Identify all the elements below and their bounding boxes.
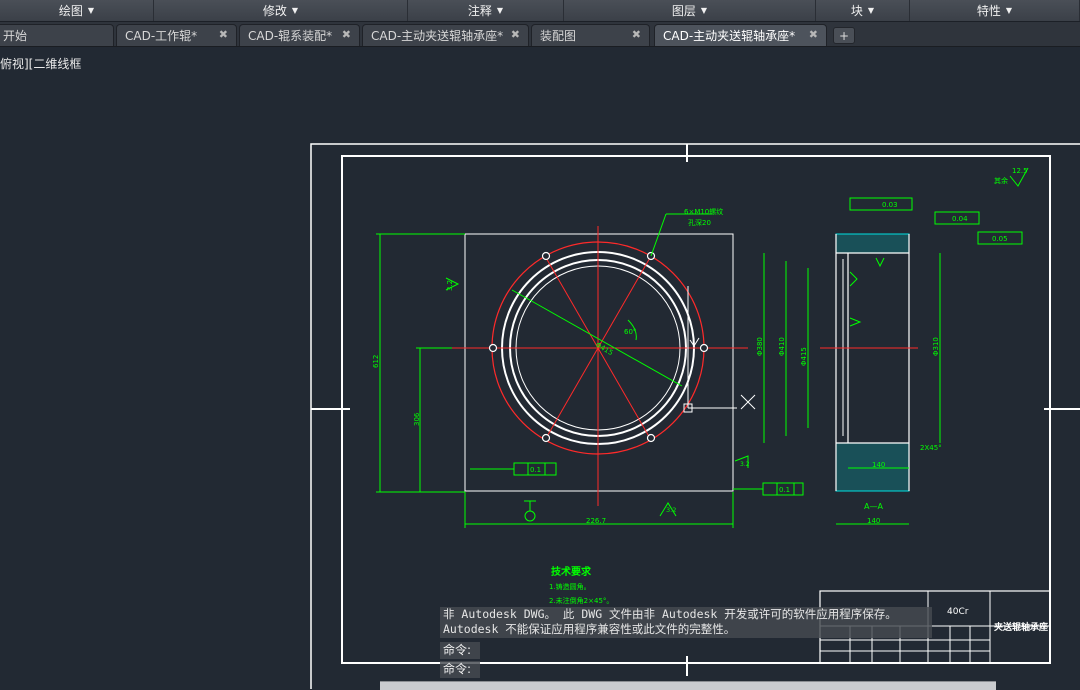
tab-label: CAD-主动夹送辊轴承座* <box>663 29 796 43</box>
roughness-mark <box>849 317 862 327</box>
section-view: Φ380 Φ410 Φ415 Φ310 140 140 A—A 2X45° 0.… <box>756 167 1029 525</box>
ribbon-panel-annotate[interactable]: 注释 ▼ <box>408 0 564 21</box>
command-message-line: 非 Autodesk DWG。 此 DWG 文件由非 Autodesk 开发或许… <box>443 607 897 621</box>
tolerance-value: 0.1 <box>530 466 541 474</box>
tolerance-frame-1 <box>849 197 913 211</box>
bolt-hole <box>699 343 709 353</box>
ribbon-panel-bar: 绘图 ▼ 修改 ▼ 注释 ▼ 图层 ▼ 块 ▼ 特性 ▼ <box>0 0 1080 22</box>
datum-symbol <box>524 510 536 522</box>
roughness-mark <box>875 257 885 268</box>
hole-note-1: 6×M10螺纹 <box>684 207 723 216</box>
tab-file-assembly-drawing[interactable]: 装配图 ✖ <box>531 24 650 46</box>
close-icon[interactable]: ✖ <box>632 28 641 41</box>
tolerance-value: 0.03 <box>882 201 898 209</box>
bolt-hole <box>488 343 498 353</box>
half-height-dim: 306 <box>413 412 421 426</box>
caret-down-icon: ▼ <box>87 6 95 15</box>
tech-note-2: 2.未注倒角2×45°。 <box>549 596 613 605</box>
tab-file-roll-assembly[interactable]: CAD-辊系装配* ✖ <box>239 24 360 46</box>
caret-down-icon: ▼ <box>496 6 504 15</box>
caret-down-icon: ▼ <box>700 6 708 15</box>
front-view: Φ415 60° 6×M10螺纹 孔深20 612 306 226.7 3.2 … <box>372 207 804 528</box>
bore2-dim: Φ410 <box>778 337 786 356</box>
section-total-dim: 140 <box>867 517 880 525</box>
hole-note-leader <box>650 213 667 257</box>
bore3-dim: Φ415 <box>800 347 808 366</box>
bolt-hole <box>541 251 551 261</box>
plus-icon: + <box>838 28 850 43</box>
tab-file-bearing-seat-active[interactable]: CAD-主动夹送辊轴承座* ✖ <box>654 24 827 46</box>
chamfer-dim: 2X45° <box>920 444 942 452</box>
command-message-line: Autodesk 不能保证应用程序兼容性或此文件的完整性。 <box>443 622 736 636</box>
tab-label: 开始 <box>3 29 28 43</box>
tech-note-1: 1.铸造圆角。 <box>549 582 591 591</box>
roughness-right-value: 3.2 <box>740 461 750 468</box>
roughness-note: 其余 <box>994 176 1008 185</box>
diameter-leader <box>511 289 683 387</box>
tab-label: CAD-工作辊* <box>125 29 198 43</box>
diameter-dim: Φ415 <box>594 341 614 357</box>
panel-label: 绘图 <box>58 4 83 18</box>
ribbon-panel-block[interactable]: 块 ▼ <box>816 0 910 21</box>
tab-file-work-roll[interactable]: CAD-工作辊* ✖ <box>116 24 237 46</box>
tolerance-value: 0.05 <box>992 235 1008 243</box>
tab-file-bearing-seat[interactable]: CAD-主动夹送辊轴承座* ✖ <box>362 24 529 46</box>
close-icon[interactable]: ✖ <box>511 28 520 41</box>
tech-requirements-title: 技术要求 <box>551 565 592 578</box>
section-width-dim: 140 <box>872 461 885 469</box>
part-name-cell: 夹送辊轴承座 <box>994 621 1048 633</box>
new-tab-button[interactable]: + <box>833 27 855 44</box>
panel-label: 注释 <box>467 4 492 18</box>
tab-label: 装配图 <box>540 29 577 43</box>
ribbon-panel-draw[interactable]: 绘图 ▼ <box>0 0 154 21</box>
ribbon-panel-layers[interactable]: 图层 ▼ <box>564 0 816 21</box>
sheet-inner-border <box>341 155 1051 664</box>
command-history: 非 Autodesk DWG。 此 DWG 文件由非 Autodesk 开发或许… <box>440 607 932 638</box>
ribbon-panel-properties[interactable]: 特性 ▼ <box>910 0 1080 21</box>
ribbon-panel-modify[interactable]: 修改 ▼ <box>154 0 408 21</box>
bolt-hole <box>541 433 551 443</box>
angle-dim: 60° <box>624 328 636 336</box>
tolerance-value: 0.1 <box>779 486 790 494</box>
tab-label: CAD-主动夹送辊轴承座* <box>371 29 504 43</box>
close-icon[interactable]: ✖ <box>219 28 228 41</box>
bolt-hole <box>646 433 656 443</box>
width-dim: 226.7 <box>586 517 606 525</box>
caret-down-icon: ▼ <box>867 6 875 15</box>
file-tab-bar: 开始 CAD-工作辊* ✖ CAD-辊系装配* ✖ CAD-主动夹送辊轴承座* … <box>0 22 1080 47</box>
tab-start[interactable]: 开始 <box>0 24 114 46</box>
roughness-mark <box>849 271 858 287</box>
section-label: A—A <box>864 502 883 511</box>
bore-dim: Φ380 <box>756 337 764 356</box>
hatch-top <box>835 233 910 254</box>
close-icon[interactable]: ✖ <box>342 28 351 41</box>
panel-label: 图层 <box>671 4 696 18</box>
caret-down-icon: ▼ <box>291 6 299 15</box>
panel-label: 特性 <box>976 4 1001 18</box>
panel-label: 块 <box>850 4 863 18</box>
caret-down-icon: ▼ <box>1005 6 1013 15</box>
tolerance-value: 0.04 <box>952 215 968 223</box>
close-icon[interactable]: ✖ <box>809 28 818 41</box>
command-prompt: 命令: <box>440 661 480 678</box>
roughness-bottom-value: 3.2 <box>666 506 676 514</box>
material-cell: 40Cr <box>947 607 969 617</box>
bore4-dim: Φ310 <box>932 337 940 356</box>
drawing-canvas[interactable]: Φ415 60° 6×M10螺纹 孔深20 612 306 226.7 3.2 … <box>0 46 1080 689</box>
panel-label: 修改 <box>262 4 287 18</box>
command-prompt: 命令: <box>440 642 480 659</box>
hole-note-2: 孔深20 <box>688 218 711 227</box>
tab-label: CAD-辊系装配* <box>248 29 333 43</box>
height-dim: 612 <box>372 355 380 368</box>
